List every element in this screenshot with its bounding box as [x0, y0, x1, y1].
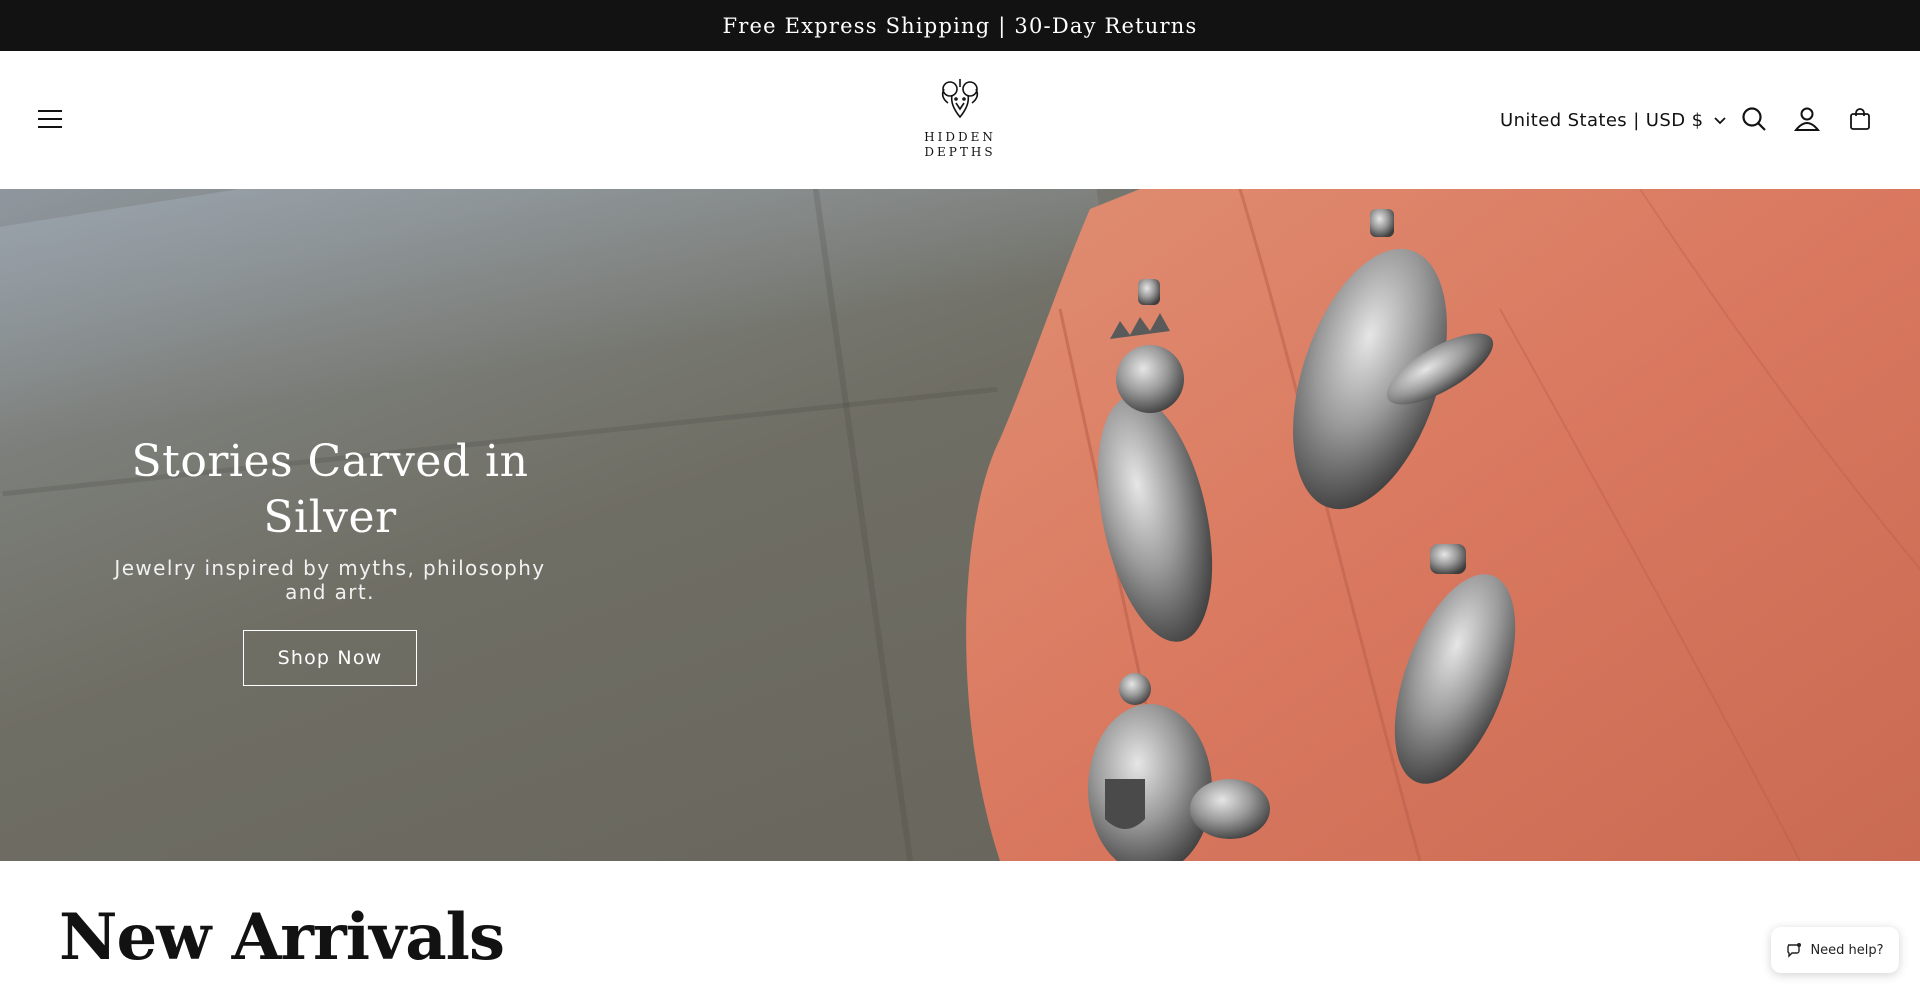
need-help-label: Need help?	[1810, 942, 1884, 958]
chevron-down-icon	[1714, 117, 1727, 125]
account-icon[interactable]	[1791, 103, 1823, 135]
announcement-text: Free Express Shipping | 30-Day Returns	[722, 13, 1198, 38]
hero-subtitle: Jewelry inspired by myths, philosophy an…	[114, 556, 546, 604]
country-currency-selector[interactable]: United States | USD $	[1500, 106, 1727, 134]
need-help-button[interactable]: Need help?	[1771, 927, 1899, 973]
cart-icon[interactable]	[1844, 103, 1876, 135]
locale-label: United States | USD $	[1500, 109, 1704, 131]
site-logo[interactable]: HIDDEN DEPTHS	[916, 77, 1004, 161]
hero-title: Stories Carved in Silver	[131, 436, 529, 543]
shop-now-button[interactable]: Shop Now	[243, 630, 417, 686]
logo-line-2: DEPTHS	[924, 145, 996, 159]
hamburger-menu-icon[interactable]	[34, 103, 66, 135]
ram-heads-emblem-icon	[941, 79, 979, 119]
search-icon[interactable]	[1738, 103, 1770, 135]
hero-banner: Stories Carved in Silver Jewelry inspire…	[0, 189, 1920, 861]
announcement-bar: Free Express Shipping | 30-Day Returns	[0, 0, 1920, 51]
chat-icon	[1787, 943, 1802, 958]
new-arrivals-heading: New Arrivals	[59, 900, 505, 975]
site-header: HIDDEN DEPTHS United States | USD $	[0, 51, 1920, 189]
hero-content: Stories Carved in Silver Jewelry inspire…	[90, 434, 570, 686]
logo-line-1: HIDDEN	[924, 130, 996, 144]
